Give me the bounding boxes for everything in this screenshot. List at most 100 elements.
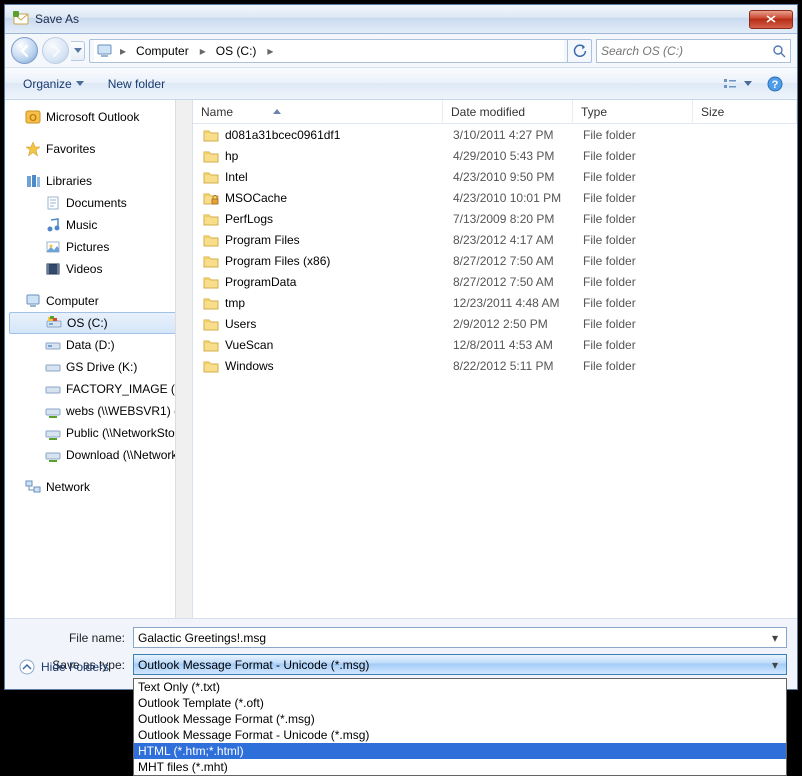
chevron-down-icon[interactable]: ▾ bbox=[768, 658, 782, 672]
sidebar-item-public[interactable]: Public (\\NetworkStorage) bbox=[5, 422, 192, 444]
sidebar-label: Pictures bbox=[66, 240, 109, 254]
sidebar-item-datad[interactable]: Data (D:) bbox=[5, 334, 192, 356]
file-date: 4/23/2010 10:01 PM bbox=[453, 191, 583, 205]
sidebar-item-osc[interactable]: OS (C:) bbox=[9, 312, 188, 334]
column-date[interactable]: Date modified bbox=[443, 100, 573, 123]
back-button[interactable] bbox=[11, 37, 38, 64]
table-row[interactable]: Program Files (x86)8/27/2012 7:50 AMFile… bbox=[193, 250, 797, 271]
sidebar-label: Favorites bbox=[46, 142, 95, 156]
table-row[interactable]: Program Files8/23/2012 4:17 AMFile folde… bbox=[193, 229, 797, 250]
savetype-dropdown-list[interactable]: Text Only (*.txt)Outlook Template (*.oft… bbox=[133, 678, 787, 776]
sidebar-label: Videos bbox=[66, 262, 102, 276]
nav-history-button[interactable] bbox=[71, 41, 85, 61]
file-name: Program Files bbox=[225, 233, 453, 247]
file-name: tmp bbox=[225, 296, 453, 310]
chevron-right-icon[interactable]: ▸ bbox=[116, 44, 130, 58]
column-size[interactable]: Size bbox=[693, 100, 797, 123]
table-row[interactable]: tmp12/23/2011 4:48 AMFile folder bbox=[193, 292, 797, 313]
computer-icon bbox=[25, 293, 41, 309]
table-row[interactable]: VueScan12/8/2011 4:53 AMFile folder bbox=[193, 334, 797, 355]
file-name: hp bbox=[225, 149, 453, 163]
organize-button[interactable]: Organize bbox=[13, 73, 94, 95]
network-drive-icon bbox=[45, 403, 61, 419]
table-row[interactable]: d081a31bcec0961df13/10/2011 4:27 PMFile … bbox=[193, 124, 797, 145]
sidebar-item-libraries[interactable]: Libraries bbox=[5, 170, 192, 192]
window-title: Save As bbox=[35, 12, 749, 26]
new-folder-button[interactable]: New folder bbox=[98, 73, 175, 95]
toolbar: Organize New folder ? bbox=[5, 68, 797, 100]
chevron-down-icon[interactable]: ▾ bbox=[768, 631, 782, 645]
file-type: File folder bbox=[583, 149, 703, 163]
file-date: 8/23/2012 4:17 AM bbox=[453, 233, 583, 247]
refresh-button[interactable] bbox=[567, 40, 591, 62]
sidebar-item-outlook[interactable]: OMicrosoft Outlook bbox=[5, 106, 192, 128]
breadcrumb-computer[interactable]: Computer bbox=[130, 39, 196, 63]
file-date: 8/27/2012 7:50 AM bbox=[453, 275, 583, 289]
sidebar-item-music[interactable]: Music bbox=[5, 214, 192, 236]
drive-icon bbox=[46, 315, 62, 331]
sidebar-label: Libraries bbox=[46, 174, 92, 188]
table-row[interactable]: Users2/9/2012 2:50 PMFile folder bbox=[193, 313, 797, 334]
sidebar-item-pictures[interactable]: Pictures bbox=[5, 236, 192, 258]
drive-icon bbox=[45, 337, 61, 353]
dropdown-option[interactable]: Outlook Message Format (*.msg) bbox=[134, 711, 786, 727]
file-date: 8/27/2012 7:50 AM bbox=[453, 254, 583, 268]
sidebar-item-gsdrive[interactable]: GS Drive (K:) bbox=[5, 356, 192, 378]
search-input[interactable] bbox=[601, 44, 772, 58]
table-row[interactable]: Intel4/23/2010 9:50 PMFile folder bbox=[193, 166, 797, 187]
dropdown-option[interactable]: HTML (*.htm;*.html) bbox=[134, 743, 786, 759]
dropdown-option[interactable]: Outlook Template (*.oft) bbox=[134, 695, 786, 711]
search-box[interactable] bbox=[596, 39, 791, 63]
sidebar-label: Network bbox=[46, 480, 90, 494]
dropdown-option[interactable]: MHT files (*.mht) bbox=[134, 759, 786, 775]
search-icon[interactable] bbox=[772, 44, 786, 58]
sidebar-scrollbar[interactable] bbox=[175, 100, 192, 618]
dropdown-option[interactable]: Text Only (*.txt) bbox=[134, 679, 786, 695]
view-options-button[interactable] bbox=[717, 72, 757, 96]
dropdown-option[interactable]: Outlook Message Format - Unicode (*.msg) bbox=[134, 727, 786, 743]
file-date: 8/22/2012 5:11 PM bbox=[453, 359, 583, 373]
table-row[interactable]: ProgramData8/27/2012 7:50 AMFile folder bbox=[193, 271, 797, 292]
hide-folders-label: Hide Folders bbox=[41, 660, 109, 674]
savetype-dropdown[interactable]: Outlook Message Format - Unicode (*.msg)… bbox=[133, 654, 787, 675]
filename-input[interactable]: Galactic Greetings!.msg ▾ bbox=[133, 627, 787, 648]
chevron-right-icon[interactable]: ▸ bbox=[263, 44, 277, 58]
table-row[interactable]: hp4/29/2010 5:43 PMFile folder bbox=[193, 145, 797, 166]
table-row[interactable]: Windows8/22/2012 5:11 PMFile folder bbox=[193, 355, 797, 376]
sidebar-item-download[interactable]: Download (\\NetworkStorage) bbox=[5, 444, 192, 466]
hide-folders-button[interactable]: Hide Folders bbox=[19, 659, 109, 675]
column-type[interactable]: Type bbox=[573, 100, 693, 123]
file-list-pane: Name Date modified Type Size d081a31bcec… bbox=[193, 100, 797, 618]
close-button[interactable] bbox=[749, 10, 793, 29]
file-list[interactable]: d081a31bcec0961df13/10/2011 4:27 PMFile … bbox=[193, 124, 797, 618]
save-as-dialog: Save As ▸ Computer ▸ OS (C:) ▸ bbox=[4, 4, 798, 690]
forward-button[interactable] bbox=[42, 37, 69, 64]
sidebar-item-videos[interactable]: Videos bbox=[5, 258, 192, 280]
sidebar-item-favorites[interactable]: Favorites bbox=[5, 138, 192, 160]
file-type: File folder bbox=[583, 296, 703, 310]
column-name[interactable]: Name bbox=[193, 100, 443, 123]
documents-icon bbox=[45, 195, 61, 211]
sidebar-item-factory[interactable]: FACTORY_IMAGE (Q:) bbox=[5, 378, 192, 400]
file-name: Windows bbox=[225, 359, 453, 373]
sidebar-item-network[interactable]: Network bbox=[5, 476, 192, 498]
breadcrumb-osc[interactable]: OS (C:) bbox=[210, 39, 264, 63]
file-type: File folder bbox=[583, 254, 703, 268]
folder-icon bbox=[203, 358, 219, 374]
chevron-right-icon[interactable]: ▸ bbox=[196, 44, 210, 58]
file-name: d081a31bcec0961df1 bbox=[225, 128, 453, 142]
sidebar-label: Public (\\NetworkStorage) bbox=[66, 426, 193, 440]
table-row[interactable]: MSOCache4/23/2010 10:01 PMFile folder bbox=[193, 187, 797, 208]
sidebar-item-computer[interactable]: Computer bbox=[5, 290, 192, 312]
folder-icon bbox=[203, 295, 219, 311]
sidebar-item-documents[interactable]: Documents bbox=[5, 192, 192, 214]
network-drive-icon bbox=[45, 447, 61, 463]
outlook-icon: O bbox=[25, 109, 41, 125]
sidebar-item-webs[interactable]: webs (\\WEBSVR1) (W:) bbox=[5, 400, 192, 422]
help-button[interactable]: ? bbox=[761, 72, 789, 96]
header-label: Name bbox=[201, 105, 233, 119]
file-name: PerfLogs bbox=[225, 212, 453, 226]
table-row[interactable]: PerfLogs7/13/2009 8:20 PMFile folder bbox=[193, 208, 797, 229]
address-bar[interactable]: ▸ Computer ▸ OS (C:) ▸ bbox=[94, 39, 564, 63]
file-type: File folder bbox=[583, 359, 703, 373]
